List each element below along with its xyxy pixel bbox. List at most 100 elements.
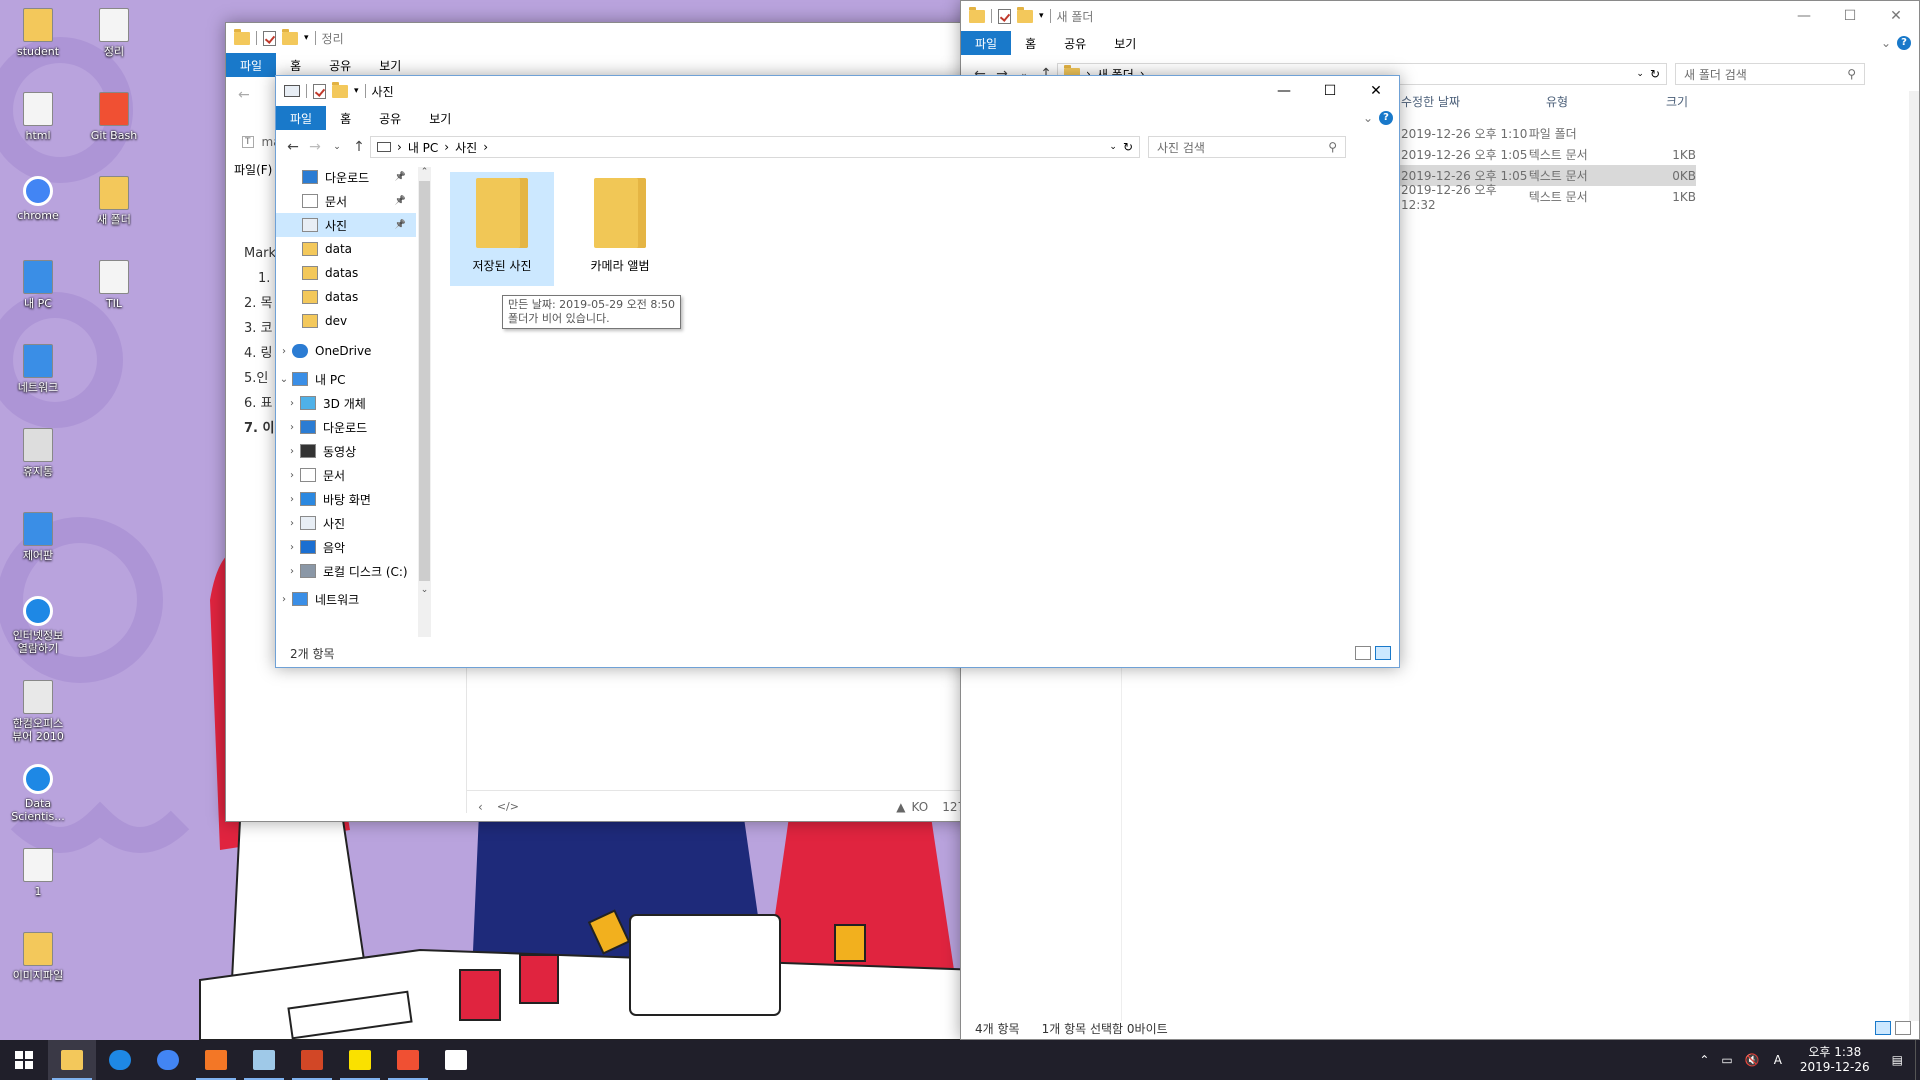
desktop-icon[interactable]: Data Scientis... — [1, 764, 75, 823]
tab-home[interactable]: 홈 — [1011, 31, 1050, 55]
help-icon[interactable]: ? — [1379, 106, 1399, 130]
close-button[interactable]: ✕ — [1873, 1, 1919, 31]
minimize-button[interactable]: — — [1781, 1, 1827, 31]
col-type[interactable]: 유형 — [1546, 93, 1666, 110]
git-taskbar-button[interactable] — [384, 1040, 432, 1080]
clock[interactable]: 오후 1:38 2019-12-26 — [1790, 1045, 1880, 1075]
nav-quick-access-item[interactable]: dev — [276, 309, 416, 333]
table-row[interactable]: 2019-12-26 오후 1:10 파일 폴더 — [1361, 123, 1696, 144]
nav-pc-item[interactable]: › 로컬 디스크 (C:) — [276, 559, 416, 583]
table-row[interactable]: 2019-12-26 오후 12:32 텍스트 문서 1KB — [1361, 183, 1696, 212]
desktop-icon[interactable]: 새 폴더 — [77, 176, 151, 226]
address-bar[interactable]: › 내 PC › 사진 › ⌄ ↻ — [370, 136, 1140, 158]
minimize-button[interactable]: — — [1261, 76, 1307, 106]
chevron-down-icon[interactable]: ⌄ — [276, 374, 292, 385]
jupyter-taskbar-button[interactable] — [192, 1040, 240, 1080]
folder-item[interactable]: 카메라 앨범 — [568, 178, 672, 274]
properties-icon[interactable] — [998, 8, 1011, 24]
new-folder-icon[interactable] — [282, 28, 298, 45]
tab-view[interactable]: 보기 — [415, 106, 465, 130]
tab-share[interactable]: 공유 — [1050, 31, 1100, 55]
col-date[interactable]: 수정한 날짜 — [1401, 93, 1546, 110]
new-folder-icon[interactable] — [1017, 6, 1033, 23]
chevron-right-icon[interactable]: › — [276, 346, 292, 357]
tab-file[interactable]: 파일 — [226, 53, 277, 77]
volume-muted-icon[interactable]: 🔇 — [1739, 1053, 1766, 1067]
chevron-right-icon[interactable]: › — [284, 470, 300, 481]
large-icons-view-icon[interactable] — [1895, 1021, 1911, 1035]
chevron-right-icon[interactable]: › — [284, 422, 300, 433]
outline-item[interactable]: 5.인 — [244, 366, 276, 391]
qat-dropdown-icon[interactable]: ▾ — [304, 33, 309, 43]
outline-item[interactable]: 4. 링 — [244, 341, 276, 366]
large-icons-view-icon[interactable] — [1375, 646, 1391, 660]
chevron-right-icon[interactable]: › — [284, 446, 300, 457]
nav-network[interactable]: › 네트워크 — [276, 587, 416, 611]
desktop-icon[interactable]: student — [1, 8, 75, 58]
recent-dropdown[interactable]: ⌄ — [326, 142, 348, 152]
desktop-icon[interactable]: 인터넷정보 열람하기 — [1, 596, 75, 655]
tab-home[interactable]: 홈 — [276, 53, 315, 77]
forward-button[interactable]: → — [304, 139, 326, 155]
up-button[interactable]: ↑ — [348, 139, 370, 155]
desktop-icon[interactable]: 한컴오피스 뷰어 2010 — [1, 680, 75, 743]
ribbon-expand-icon[interactable]: ⌄ — [1357, 106, 1379, 130]
nav-pc-item[interactable]: › 문서 — [276, 463, 416, 487]
chevron-right-icon[interactable]: › — [284, 542, 300, 553]
qat-dropdown-icon[interactable]: ▾ — [1039, 11, 1044, 21]
menu-file[interactable]: 파일(F) — [234, 161, 272, 178]
col-size[interactable]: 크기 — [1666, 93, 1736, 110]
folder-item[interactable]: 저장된 사진 — [450, 178, 554, 274]
newfolder-scrollbar[interactable] — [1909, 91, 1919, 1021]
outline-item[interactable]: 1. — [244, 266, 276, 291]
properties-icon[interactable] — [263, 30, 276, 46]
nav-quick-access-item[interactable]: data — [276, 237, 416, 261]
path-segment-pc[interactable]: 내 PC — [408, 139, 438, 156]
outline-item[interactable]: 7. 이 — [244, 416, 276, 441]
properties-icon[interactable] — [313, 83, 326, 99]
desktop-icon[interactable]: Git Bash — [77, 92, 151, 142]
outline-item[interactable]: 3. 코 — [244, 316, 276, 341]
start-taskbar-button[interactable] — [0, 1040, 48, 1080]
tab-share[interactable]: 공유 — [315, 53, 365, 77]
outline-item[interactable]: Mark — [244, 241, 276, 266]
desktop-icon[interactable]: 네트워크 — [1, 344, 75, 394]
help-icon[interactable]: ? — [1897, 31, 1919, 55]
nav-pc-item[interactable]: › 바탕 화면 — [276, 487, 416, 511]
chevron-right-icon[interactable]: › — [284, 398, 300, 409]
code-icon[interactable]: </> — [497, 800, 519, 813]
nav-quick-access-item[interactable]: 다운로드 📌 — [276, 165, 416, 189]
nav-quick-access-item[interactable]: 사진 📌 — [276, 213, 416, 237]
pin-icon[interactable]: 📌 — [395, 172, 406, 182]
address-dropdown-icon[interactable]: ⌄ — [1636, 69, 1644, 79]
address-dropdown-icon[interactable]: ⌄ — [1109, 142, 1117, 152]
details-view-icon[interactable] — [1355, 646, 1371, 660]
notepad-taskbar-button[interactable] — [240, 1040, 288, 1080]
tab-file[interactable]: 파일 — [276, 106, 327, 130]
back-icon[interactable]: ← — [238, 87, 250, 103]
nav-quick-access-item[interactable]: datas — [276, 261, 416, 285]
nav-pc-item[interactable]: › 3D 개체 — [276, 391, 416, 415]
qat-dropdown-icon[interactable]: ▾ — [354, 86, 359, 96]
chevron-right-icon[interactable]: › — [284, 518, 300, 529]
details-view-icon[interactable] — [1875, 1021, 1891, 1035]
desktop-icon[interactable]: 정리 — [77, 8, 151, 58]
tab-file[interactable]: 파일 — [961, 31, 1012, 55]
nav-onedrive[interactable]: › OneDrive — [276, 339, 416, 363]
desktop-icon[interactable]: 내 PC — [1, 260, 75, 310]
maximize-button[interactable]: ☐ — [1307, 76, 1353, 106]
tab-share[interactable]: 공유 — [365, 106, 415, 130]
nav-quick-access-item[interactable]: datas — [276, 285, 416, 309]
nav-this-pc[interactable]: ⌄ 내 PC — [276, 367, 416, 391]
chevron-right-icon[interactable]: › — [284, 566, 300, 577]
show-hidden-icons-icon[interactable]: ⌃ — [1693, 1053, 1715, 1067]
kakaotalk-taskbar-button[interactable] — [336, 1040, 384, 1080]
search-input[interactable]: 새 폴더 검색 ⚲ — [1675, 63, 1865, 85]
desktop-icon[interactable]: 휴지통 — [1, 428, 75, 478]
nav-pc-item[interactable]: › 동영상 — [276, 439, 416, 463]
nav-scrollbar[interactable]: ⌃ ⌄ — [418, 167, 431, 637]
ribbon-expand-icon[interactable]: ⌄ — [1875, 31, 1897, 55]
search-input[interactable]: 사진 검색 ⚲ — [1148, 136, 1346, 158]
pin-icon[interactable]: 📌 — [395, 196, 406, 206]
desktop-icon[interactable]: 제어판 — [1, 512, 75, 562]
